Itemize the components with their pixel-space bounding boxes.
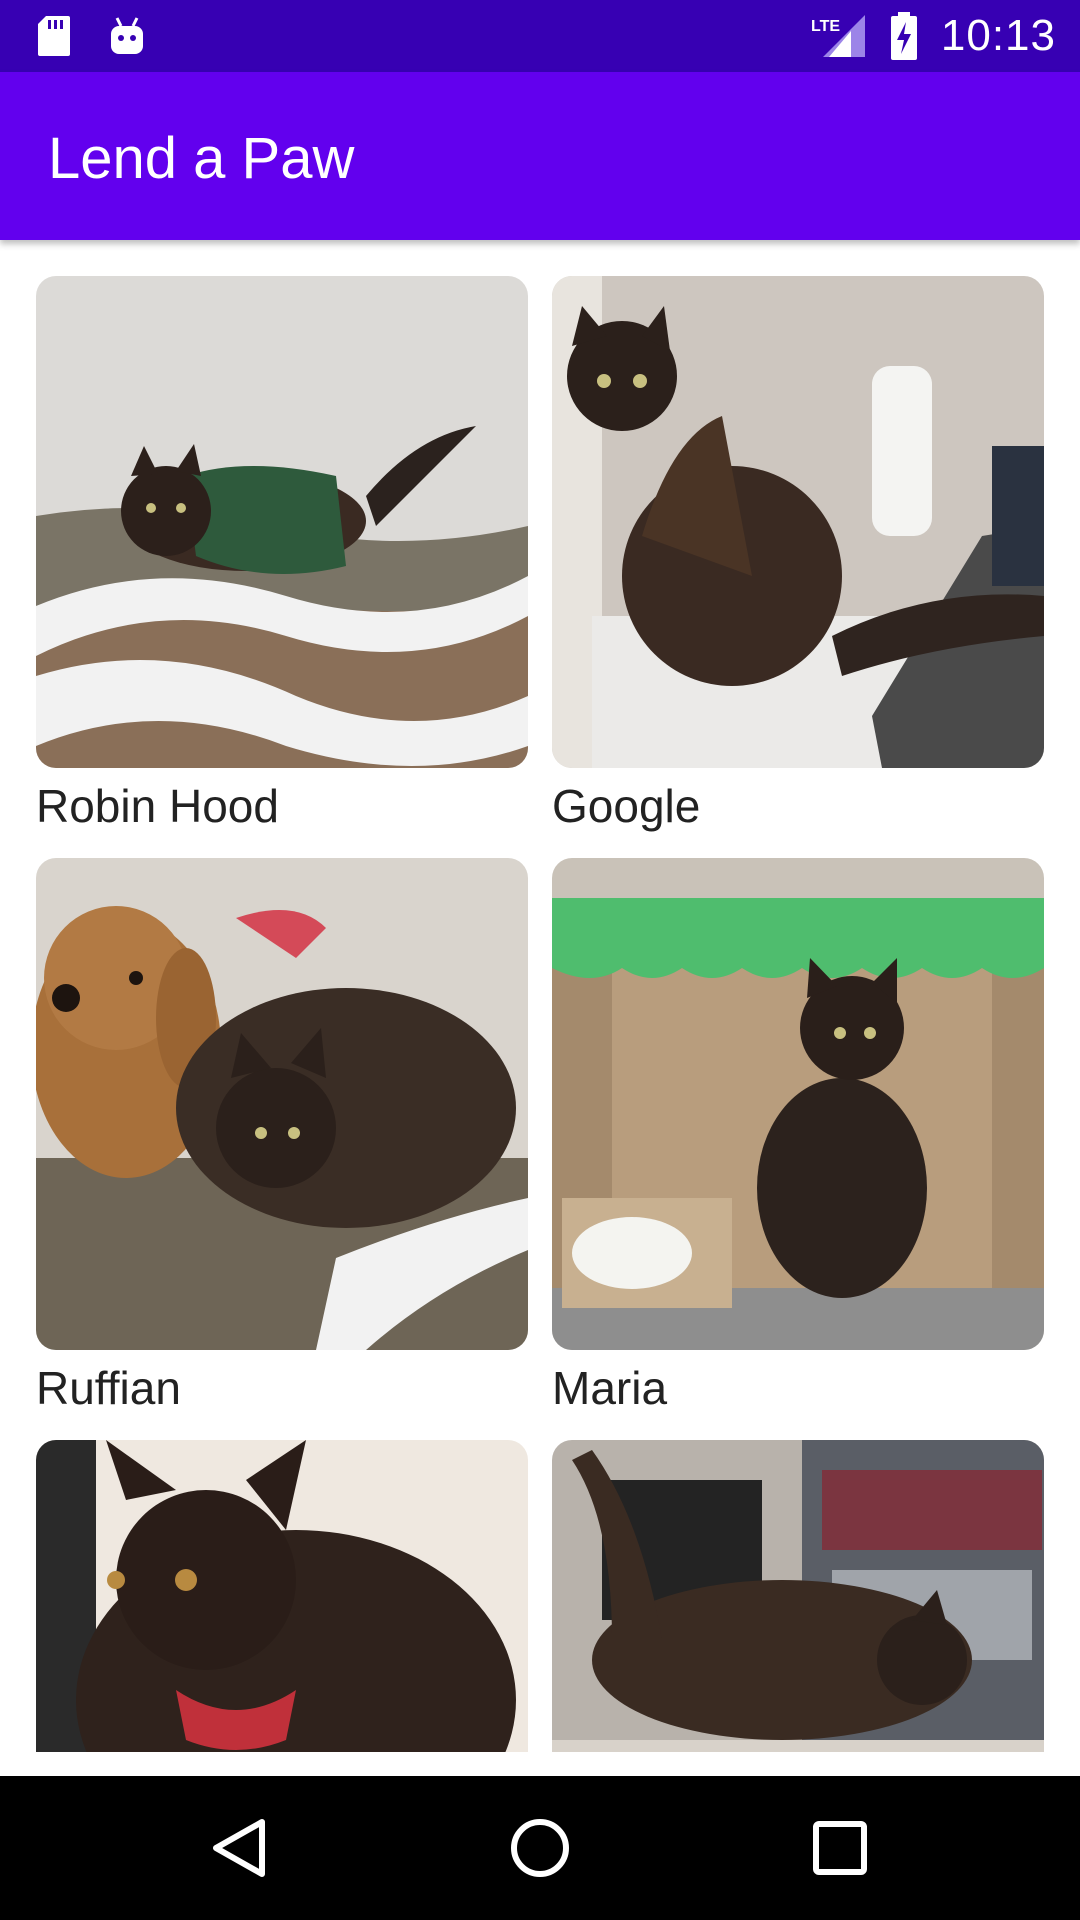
cat-name: Robin Hood — [36, 780, 279, 832]
cat-photo[interactable] — [36, 858, 528, 1350]
cat-card-5[interactable] — [36, 1440, 528, 1752]
android-debug-icon — [111, 17, 143, 54]
cat-card-maria[interactable]: Maria — [552, 858, 1044, 1416]
status-bar: LTE 10:13 — [0, 0, 1080, 72]
cat-card-google[interactable]: Google — [552, 276, 1044, 834]
cat-name: Google — [552, 780, 701, 832]
cat-photo[interactable] — [36, 1440, 528, 1752]
back-icon[interactable] — [208, 1816, 272, 1880]
cat-grid[interactable]: Robin Hood Google Ruffian Maria — [36, 276, 1044, 1752]
lte-signal-icon: LTE — [811, 15, 865, 57]
status-time: 10:13 — [940, 11, 1056, 60]
app-bar: Lend a Paw — [0, 72, 1080, 240]
app-title: Lend a Paw — [48, 126, 355, 191]
cat-photo[interactable] — [552, 276, 1044, 768]
recents-icon[interactable] — [808, 1816, 872, 1880]
navigation-bar — [0, 1776, 1080, 1920]
cat-photo[interactable] — [552, 858, 1044, 1350]
cat-name: Maria — [552, 1362, 668, 1414]
cat-card-robin-hood[interactable]: Robin Hood — [36, 276, 528, 834]
home-icon[interactable] — [508, 1816, 572, 1880]
cat-photo[interactable] — [552, 1440, 1044, 1752]
cat-name: Ruffian — [36, 1362, 181, 1414]
cat-card-6[interactable] — [552, 1440, 1044, 1752]
cat-photo[interactable] — [36, 276, 528, 768]
battery-charging-icon — [890, 12, 917, 60]
network-label: LTE — [811, 18, 840, 35]
sd-card-icon — [38, 16, 70, 56]
cat-card-ruffian[interactable]: Ruffian — [36, 858, 528, 1416]
